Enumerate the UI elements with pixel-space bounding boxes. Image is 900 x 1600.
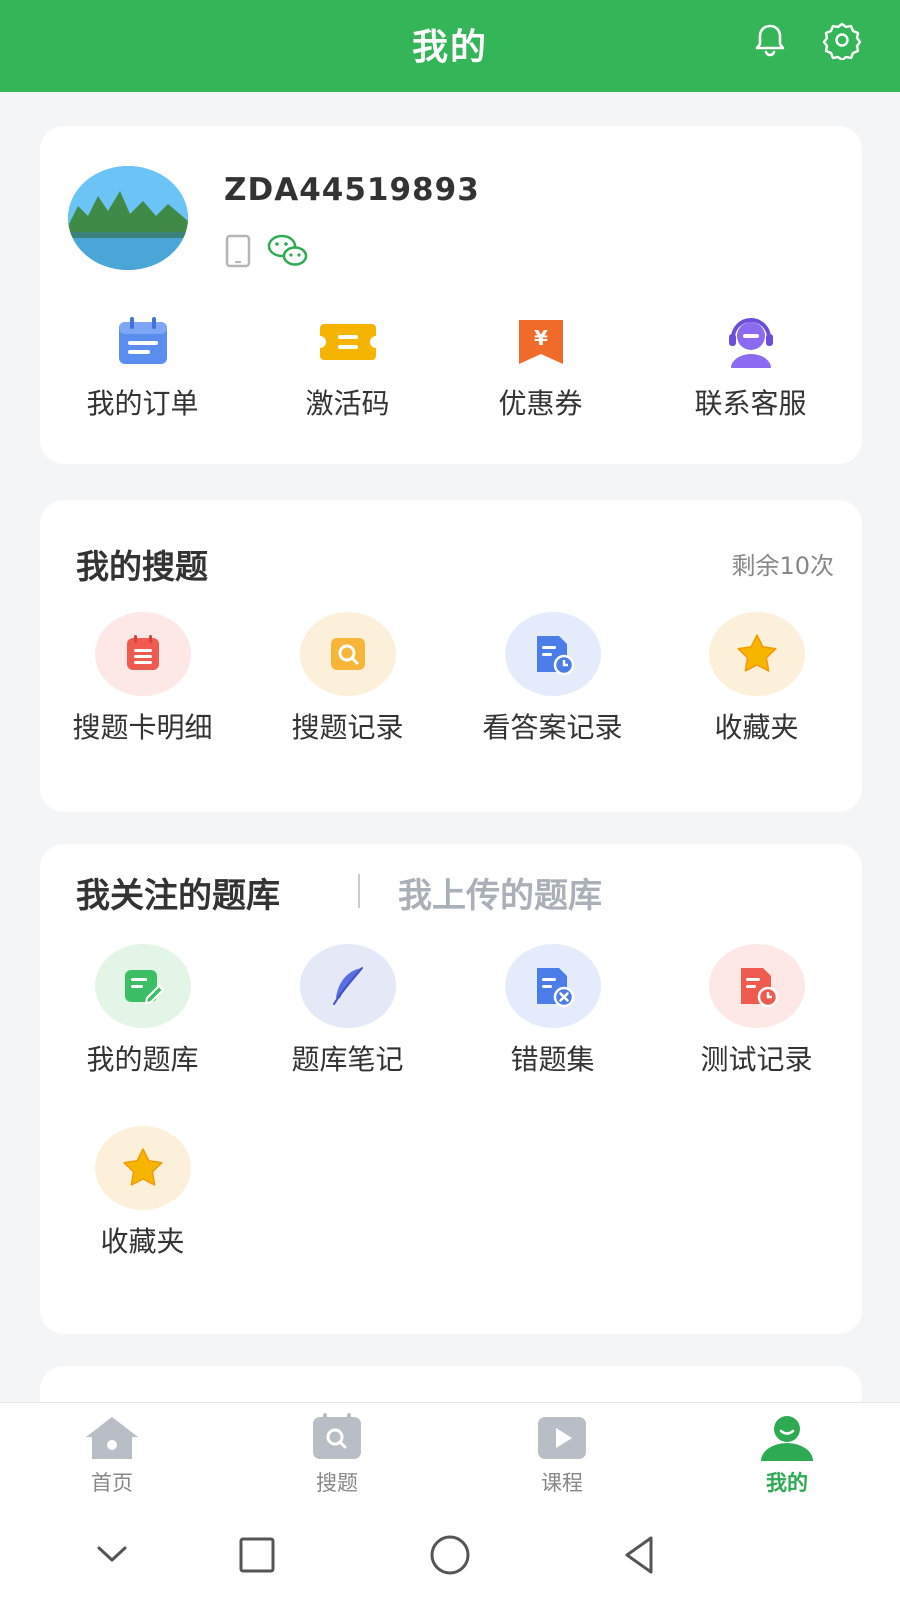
tab-courses-label: 课程 [541,1471,583,1495]
activation-code-button[interactable]: 激活码 [245,312,450,422]
square-icon[interactable] [232,1530,282,1580]
phone-icon [224,234,252,268]
wrong-questions-button[interactable]: 错题集 [450,944,655,1078]
tab-home[interactable]: 首页 [52,1413,172,1497]
coupon-label: 优惠券 [498,387,583,420]
search-record-icon [299,612,396,696]
my-orders-button[interactable]: 我的订单 [40,312,245,422]
tab-home-label: 首页 [91,1471,133,1495]
wrong-questions-label: 错题集 [510,1043,595,1076]
my-question-bank-button[interactable]: 我的题库 [40,944,245,1078]
star-icon [94,1126,191,1210]
answer-record-icon [504,612,601,696]
edit-doc-icon [94,944,191,1028]
bank-favorites-label: 收藏夹 [100,1225,185,1258]
star-icon [708,612,805,696]
coupon-button[interactable]: ¥ 优惠券 [438,312,643,422]
test-record-button[interactable]: 测试记录 [654,944,859,1078]
profile-card: ZDA44519893 我的订单 激活码 ¥ 优惠券 联系客服 [40,126,862,464]
customer-service-button[interactable]: 联系客服 [648,312,853,422]
back-triangle-icon[interactable] [615,1530,665,1580]
my-question-bank-label: 我的题库 [86,1043,199,1076]
home-icon [86,1417,138,1459]
bell-icon[interactable] [750,20,790,60]
chevron-down-icon[interactable] [87,1530,137,1580]
wechat-icon [266,230,310,270]
bank-notes-label: 题库笔记 [291,1043,404,1076]
search-tab-icon [313,1413,361,1459]
bottom-tab-bar: 首页 搜题 课程 我的 [0,1402,900,1510]
circle-icon[interactable] [425,1530,475,1580]
avatar[interactable] [68,166,188,270]
gear-icon[interactable] [822,20,862,62]
remaining-count: 剩余10次 [731,552,834,580]
my-orders-label: 我的订单 [86,387,199,420]
coupon-icon: ¥ [518,320,563,364]
tab-followed-banks[interactable]: 我关注的题库 [76,868,280,917]
customer-service-label: 联系客服 [694,387,807,420]
search-record-button[interactable]: 搜题记录 [245,612,450,746]
tab-divider [358,874,360,908]
favorites-button[interactable]: 收藏夹 [654,612,859,746]
username: ZDA44519893 [224,172,480,208]
search-record-label: 搜题记录 [291,711,404,744]
card-list-icon [94,612,191,696]
my-search-card: 我的搜题 剩余10次 搜题卡明细 搜题记录 看答案记录 收藏夹 [40,500,862,812]
user-icon [761,1416,813,1461]
favorites-label: 收藏夹 [714,711,799,744]
error-doc-icon [504,944,601,1028]
test-record-icon [708,944,805,1028]
feather-icon [299,944,396,1028]
headset-icon [728,318,773,368]
section-title: 我的搜题 [76,547,208,586]
tab-search-label: 搜题 [316,1471,358,1495]
tab-mine-label: 我的 [766,1471,808,1495]
search-card-detail-button[interactable]: 搜题卡明细 [40,612,245,746]
svg-text:¥: ¥ [534,326,548,350]
tab-search[interactable]: 搜题 [277,1413,397,1497]
calendar-icon [118,317,167,364]
play-icon [538,1417,586,1459]
tab-mine[interactable]: 我的 [727,1413,847,1497]
answer-record-label: 看答案记录 [482,711,623,744]
question-bank-card: 我关注的题库 我上传的题库 我的题库 题库笔记 错题集 测试记录 收藏夹 [40,844,862,1334]
tab-courses[interactable]: 课程 [502,1413,622,1497]
ticket-icon [319,324,376,360]
answer-record-button[interactable]: 看答案记录 [450,612,655,746]
search-card-detail-label: 搜题卡明细 [72,711,213,744]
bank-favorites-button[interactable]: 收藏夹 [40,1126,245,1260]
system-navigation-bar [0,1510,900,1600]
tab-uploaded-banks[interactable]: 我上传的题库 [398,868,602,917]
top-app-bar: 我的 [0,0,900,92]
activation-code-label: 激活码 [305,387,390,420]
test-record-label: 测试记录 [700,1043,813,1076]
bank-notes-button[interactable]: 题库笔记 [245,944,450,1078]
